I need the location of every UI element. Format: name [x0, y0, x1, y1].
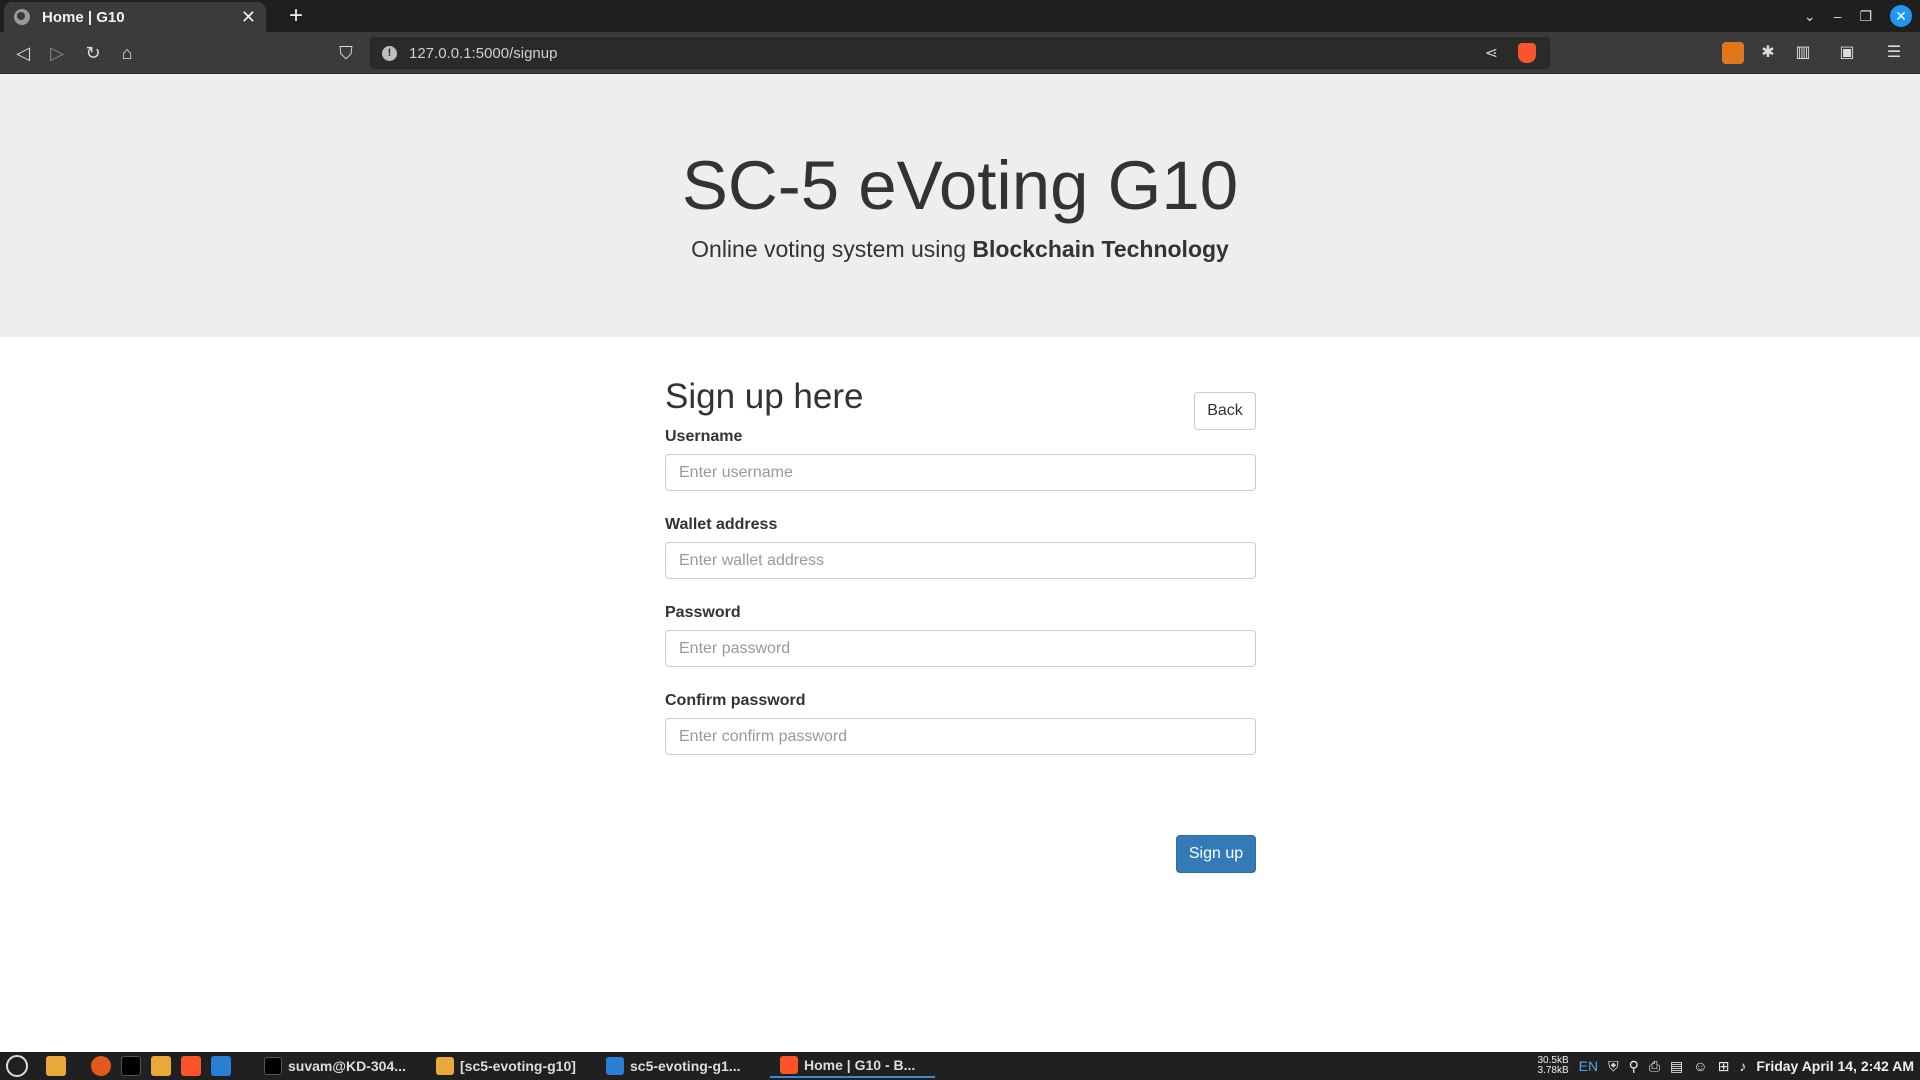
terminal-icon[interactable]	[121, 1055, 141, 1077]
net-up: 3.78kB	[1537, 1065, 1569, 1076]
minimize-icon[interactable]: –	[1834, 8, 1842, 24]
subtitle-bold: Blockchain Technology	[972, 236, 1229, 262]
signup-form: Sign up here Back Username Wallet addres…	[665, 374, 1256, 873]
sidebar-icon[interactable]: ▥	[1792, 42, 1814, 64]
system-tray: 30.5kB 3.78kB EN ⛨ ⚲ ⎙ ▤ ☺ ⊞ ♪ Friday Ap…	[1537, 1052, 1914, 1080]
user-icon[interactable]: ☺	[1693, 1058, 1707, 1074]
wallet-input[interactable]	[665, 542, 1256, 579]
shield-icon[interactable]: ⛨	[1608, 1058, 1619, 1075]
new-tab-button[interactable]: +	[282, 2, 310, 30]
folder-icon[interactable]	[151, 1055, 171, 1077]
tab-title: Home | G10	[42, 8, 125, 26]
location-icon[interactable]: ⚲	[1629, 1058, 1639, 1075]
site-info-icon[interactable]: !	[382, 45, 397, 61]
password-input[interactable]	[665, 630, 1256, 667]
taskbar-app-label: [sc5-evoting-g10]	[460, 1058, 576, 1074]
form-title: Sign up here	[665, 377, 864, 416]
globe-icon	[14, 9, 30, 25]
close-tab-icon[interactable]: ✕	[241, 7, 256, 28]
clipboard-icon[interactable]: ▤	[1670, 1058, 1683, 1075]
terminal-icon	[264, 1057, 282, 1075]
vscode-icon	[606, 1057, 624, 1075]
back-nav-icon[interactable]: ◁	[10, 40, 36, 66]
taskbar-app-brave[interactable]: Home | G10 - B...	[770, 1054, 935, 1078]
password-group: Password	[665, 604, 1256, 667]
wallet-label: Wallet address	[665, 516, 778, 533]
confirm-password-group: Confirm password	[665, 692, 1256, 755]
tab-home[interactable]: Home | G10 ✕	[4, 2, 266, 32]
vscode-icon[interactable]	[211, 1055, 231, 1077]
maximize-icon[interactable]: ❐	[1859, 8, 1872, 25]
subtitle-text: Online voting system using	[691, 236, 973, 262]
taskbar-app-vscode[interactable]: sc5-evoting-g1...	[606, 1054, 740, 1078]
taskbar-app-label: suvam@KD-304...	[288, 1058, 406, 1074]
window-close-icon[interactable]: ✕	[1890, 5, 1912, 27]
back-button[interactable]: Back	[1194, 392, 1256, 430]
taskbar: suvam@KD-304... [sc5-evoting-g10] sc5-ev…	[0, 1052, 1920, 1080]
menu-icon[interactable]: ☰	[1883, 42, 1905, 64]
forward-nav-icon[interactable]: ▷	[44, 40, 70, 66]
metamask-icon[interactable]	[1722, 42, 1744, 64]
confirm-password-input[interactable]	[665, 718, 1256, 755]
home-icon[interactable]: ⌂	[114, 40, 140, 66]
bookmark-icon[interactable]: ⛉	[333, 40, 359, 66]
username-group: Username	[665, 428, 1256, 491]
start-menu-icon[interactable]	[6, 1055, 28, 1077]
printer-icon[interactable]: ⎙	[1649, 1058, 1660, 1075]
network-icon[interactable]: ⊞	[1718, 1058, 1730, 1075]
brave-icon	[780, 1056, 798, 1074]
tab-strip: Home | G10 ✕ + ⌄ – ❐ ✕	[0, 0, 1920, 32]
page-title: SC-5 eVoting G10	[681, 147, 1239, 224]
reload-icon[interactable]: ↻	[80, 40, 106, 66]
taskbar-app-label: sc5-evoting-g1...	[630, 1058, 741, 1074]
taskbar-app-folder[interactable]: [sc5-evoting-g10]	[436, 1054, 576, 1078]
files-icon[interactable]	[46, 1055, 66, 1077]
clock[interactable]: Friday April 14, 2:42 AM	[1756, 1058, 1914, 1074]
brave-shields-icon[interactable]	[1518, 43, 1536, 63]
username-label: Username	[665, 428, 743, 445]
taskbar-app-terminal[interactable]: suvam@KD-304...	[264, 1054, 406, 1078]
wallet-group: Wallet address	[665, 516, 1256, 579]
address-bar[interactable]: ! 127.0.0.1:5000/signup ⋖	[370, 37, 1550, 69]
firefox-icon[interactable]	[91, 1055, 111, 1077]
url-text: 127.0.0.1:5000/signup	[409, 44, 558, 62]
signup-button[interactable]: Sign up	[1176, 835, 1256, 873]
folder-icon	[436, 1057, 454, 1075]
window-controls: ⌄ – ❐ ✕	[1804, 0, 1920, 32]
browser-window: Home | G10 ✕ + ⌄ – ❐ ✕ ◁ ▷ ↻ ⌂ ⛉ ! 127.0…	[0, 0, 1920, 1080]
jumbotron: SC-5 eVoting G10 Online voting system us…	[0, 74, 1920, 337]
wallet-icon[interactable]: ▣	[1836, 42, 1858, 64]
username-input[interactable]	[665, 454, 1256, 491]
extensions-icon[interactable]: ✱	[1757, 42, 1779, 64]
password-label: Password	[665, 604, 741, 621]
tab-list-chevron-icon[interactable]: ⌄	[1804, 8, 1816, 25]
brave-icon[interactable]	[181, 1055, 201, 1077]
keyboard-layout[interactable]: EN	[1579, 1058, 1598, 1074]
taskbar-app-label: Home | G10 - B...	[804, 1057, 916, 1073]
share-icon[interactable]: ⋖	[1485, 43, 1498, 63]
browser-toolbar: ◁ ▷ ↻ ⌂ ⛉ ! 127.0.0.1:5000/signup ⋖ ✱ ▥ …	[0, 32, 1920, 74]
page-subtitle: Online voting system using Blockchain Te…	[0, 236, 1920, 263]
confirm-password-label: Confirm password	[665, 692, 806, 709]
network-speed: 30.5kB 3.78kB	[1537, 1056, 1568, 1076]
volume-icon[interactable]: ♪	[1739, 1058, 1746, 1074]
web-page: SC-5 eVoting G10 Online voting system us…	[0, 74, 1920, 1052]
